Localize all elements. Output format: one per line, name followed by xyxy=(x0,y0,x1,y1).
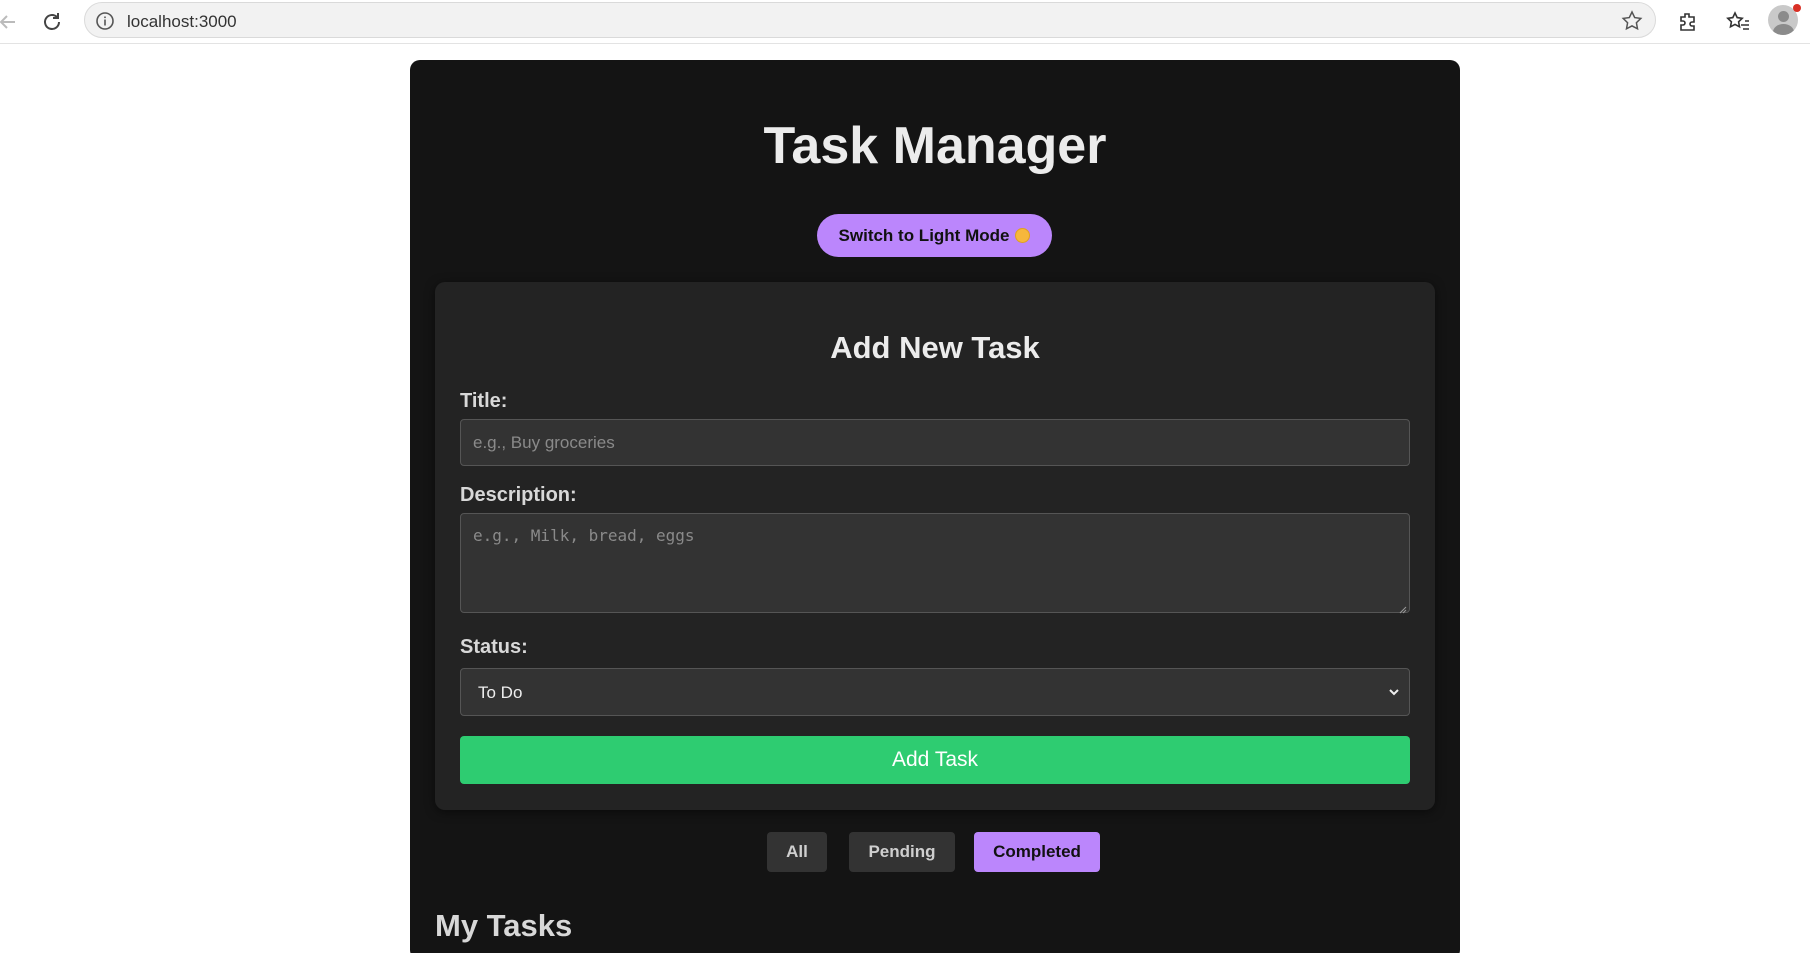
reload-icon[interactable] xyxy=(38,8,66,36)
extensions-icon[interactable] xyxy=(1674,8,1702,36)
back-arrow-icon[interactable] xyxy=(0,8,22,36)
favorites-icon[interactable] xyxy=(1724,8,1752,36)
tasks-section-title: My Tasks xyxy=(435,908,573,943)
theme-toggle-label: Switch to Light Mode xyxy=(838,225,1010,245)
filter-all-button[interactable]: All xyxy=(767,832,827,872)
url-text: localhost:3000 xyxy=(127,12,237,31)
bookmark-star-icon[interactable] xyxy=(1621,10,1643,32)
chevron-down-icon xyxy=(1387,685,1401,699)
status-label: Status: xyxy=(460,636,528,658)
resize-grip-icon[interactable] xyxy=(1397,601,1407,614)
description-textarea[interactable] xyxy=(460,513,1410,613)
sun-icon xyxy=(1015,228,1031,243)
filter-completed-button[interactable]: Completed xyxy=(974,832,1100,872)
address-bar[interactable]: localhost:3000 xyxy=(84,2,1656,38)
site-info-icon[interactable] xyxy=(95,11,115,31)
task-manager-app: Task Manager Switch to Light Mode Add Ne… xyxy=(410,60,1460,953)
theme-toggle-button[interactable]: Switch to Light Mode xyxy=(817,214,1052,257)
page-title: Task Manager xyxy=(763,117,1107,175)
title-input[interactable] xyxy=(460,419,1410,466)
add-task-form: Add New Task Title: Description: Status:… xyxy=(435,282,1435,810)
notification-dot xyxy=(1793,4,1801,12)
add-task-button[interactable]: Add Task xyxy=(460,736,1410,784)
title-label: Title: xyxy=(460,390,508,412)
status-select[interactable]: To Do xyxy=(460,668,1410,716)
status-selected-value: To Do xyxy=(478,683,523,702)
form-heading: Add New Task xyxy=(830,330,1040,365)
browser-toolbar: localhost:3000 xyxy=(0,0,1810,44)
filter-pending-button[interactable]: Pending xyxy=(849,832,955,872)
description-label: Description: xyxy=(460,484,577,506)
